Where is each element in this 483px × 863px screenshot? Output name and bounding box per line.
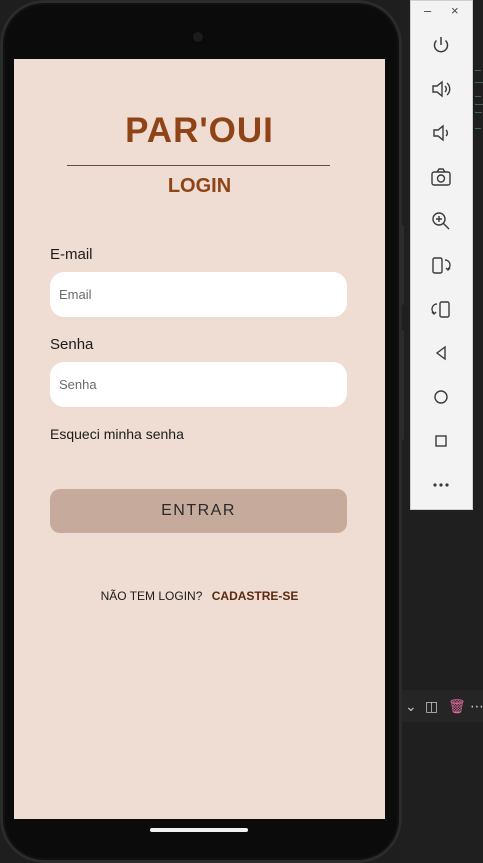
signup-question: NÃO TEM LOGIN? bbox=[100, 589, 203, 603]
zoom-icon[interactable] bbox=[430, 210, 452, 232]
login-button[interactable]: ENTRAR bbox=[50, 489, 347, 533]
home-indicator[interactable] bbox=[150, 828, 248, 832]
phone-frame: PAR'OUI LOGIN E-mail Senha Esqueci minha… bbox=[0, 0, 402, 863]
signup-link[interactable]: CADASTRE-SE bbox=[212, 589, 299, 603]
power-icon[interactable] bbox=[430, 34, 452, 56]
volume-down-icon[interactable] bbox=[430, 122, 452, 144]
chevron-down-icon[interactable]: ⌄ bbox=[405, 698, 417, 714]
title-divider bbox=[67, 165, 330, 166]
more-icon[interactable]: ⋯ bbox=[470, 698, 483, 714]
more-icon[interactable] bbox=[430, 474, 452, 496]
email-label: E-mail bbox=[50, 246, 93, 263]
app-screen: PAR'OUI LOGIN E-mail Senha Esqueci minha… bbox=[14, 59, 385, 819]
page-title: LOGIN bbox=[167, 175, 232, 197]
ide-panel-toolbar: ⌄ ◫ 🗑 ⋯ bbox=[400, 690, 483, 722]
front-camera bbox=[190, 29, 206, 45]
close-button[interactable]: × bbox=[451, 3, 459, 18]
password-field[interactable] bbox=[50, 362, 347, 407]
home-icon[interactable] bbox=[430, 386, 452, 408]
signup-row: NÃO TEM LOGIN? CADASTRE-SE bbox=[14, 589, 385, 603]
email-field[interactable] bbox=[50, 272, 347, 317]
rotate-right-icon[interactable] bbox=[430, 298, 452, 320]
split-editor-icon[interactable]: ◫ bbox=[425, 698, 438, 714]
app-title: PAR'OUI bbox=[125, 111, 274, 150]
minimize-button[interactable]: – bbox=[424, 3, 431, 18]
volume-up-icon[interactable] bbox=[430, 78, 452, 100]
password-label: Senha bbox=[50, 336, 94, 353]
camera-icon[interactable] bbox=[430, 166, 452, 188]
side-button bbox=[400, 225, 404, 305]
volume-button bbox=[400, 330, 404, 440]
back-icon[interactable] bbox=[430, 342, 452, 364]
emulator-toolbar: – × bbox=[410, 0, 473, 510]
rotate-left-icon[interactable] bbox=[430, 254, 452, 276]
forgot-password-link[interactable]: Esqueci minha senha bbox=[50, 426, 184, 442]
trash-icon[interactable]: 🗑 bbox=[448, 698, 466, 714]
overview-icon[interactable] bbox=[430, 430, 452, 452]
